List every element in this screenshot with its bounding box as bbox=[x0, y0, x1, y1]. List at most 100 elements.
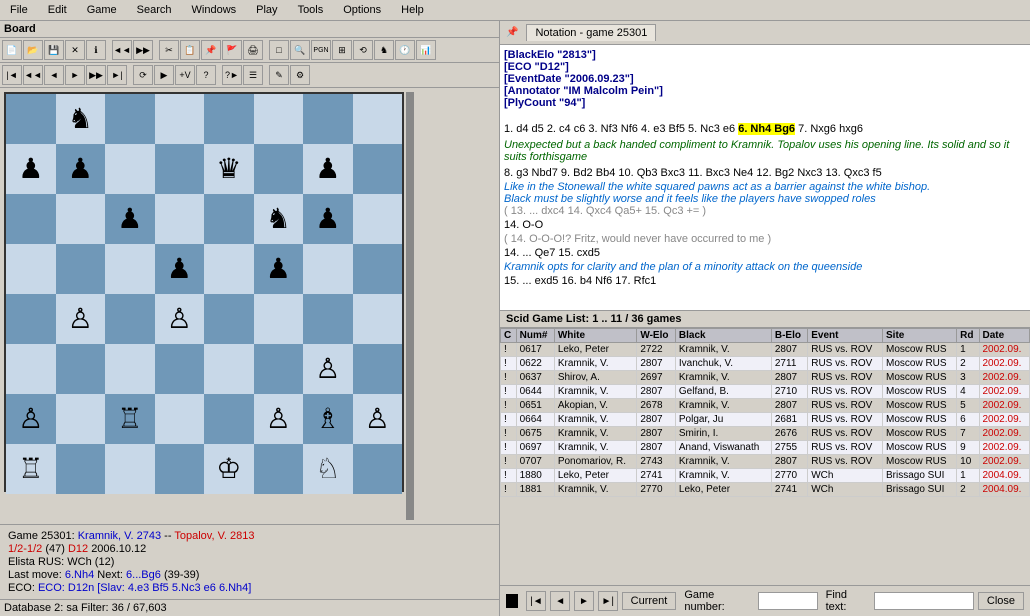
square-f4[interactable] bbox=[254, 294, 304, 344]
new-btn[interactable]: 📄 bbox=[2, 40, 22, 60]
square-e5[interactable] bbox=[204, 244, 254, 294]
square-e1[interactable]: ♔ bbox=[204, 444, 254, 494]
square-c4[interactable] bbox=[105, 294, 155, 344]
square-f5[interactable]: ♟ bbox=[254, 244, 304, 294]
table-row[interactable]: !0622Kramnik, V.2807Ivanchuk, V.2711RUS … bbox=[501, 357, 1030, 371]
prev-btn[interactable]: ◄◄ bbox=[112, 40, 132, 60]
col-event[interactable]: Event bbox=[808, 329, 883, 343]
play2-btn[interactable]: ?► bbox=[222, 65, 242, 85]
table-row[interactable]: !1880Leko, Peter2741Kramnik, V.2770WChBr… bbox=[501, 469, 1030, 483]
square-d6[interactable] bbox=[155, 194, 205, 244]
find-text-input[interactable] bbox=[874, 592, 974, 610]
info-btn[interactable]: ℹ bbox=[86, 40, 106, 60]
square-e2[interactable] bbox=[204, 394, 254, 444]
flip-btn[interactable]: ⟲ bbox=[353, 40, 373, 60]
square-g6[interactable]: ♟ bbox=[303, 194, 353, 244]
pgn-btn[interactable]: PGN bbox=[311, 40, 331, 60]
lines-btn[interactable]: ☰ bbox=[243, 65, 263, 85]
next-btn[interactable]: ▶▶ bbox=[133, 40, 153, 60]
nav-fwd-btn[interactable]: ► bbox=[574, 591, 594, 611]
square-c8[interactable] bbox=[105, 94, 155, 144]
square-c6[interactable]: ♟ bbox=[105, 194, 155, 244]
square-a5[interactable] bbox=[6, 244, 56, 294]
square-d1[interactable] bbox=[155, 444, 205, 494]
square-h7[interactable] bbox=[353, 144, 403, 194]
menu-file[interactable]: File bbox=[4, 2, 34, 18]
square-e6[interactable] bbox=[204, 194, 254, 244]
col-c[interactable]: C bbox=[501, 329, 517, 343]
clock-btn[interactable]: 🕐 bbox=[395, 40, 415, 60]
close-game-btn[interactable]: ✕ bbox=[65, 40, 85, 60]
db-btn[interactable]: ⊞ bbox=[332, 40, 352, 60]
square-c5[interactable] bbox=[105, 244, 155, 294]
square-f7[interactable] bbox=[254, 144, 304, 194]
square-g5[interactable] bbox=[303, 244, 353, 294]
square-g2[interactable]: ♗ bbox=[303, 394, 353, 444]
menu-edit[interactable]: Edit bbox=[42, 2, 73, 18]
square-b4[interactable]: ♙ bbox=[56, 294, 106, 344]
square-e8[interactable] bbox=[204, 94, 254, 144]
square-e4[interactable] bbox=[204, 294, 254, 344]
square-c7[interactable] bbox=[105, 144, 155, 194]
square-d4[interactable]: ♙ bbox=[155, 294, 205, 344]
col-num[interactable]: Num# bbox=[516, 329, 554, 343]
hint-btn[interactable]: ? bbox=[196, 65, 216, 85]
col-white[interactable]: White bbox=[554, 329, 637, 343]
square-b7[interactable]: ♟ bbox=[56, 144, 106, 194]
notation-tab[interactable]: Notation - game 25301 bbox=[526, 24, 656, 41]
flag-btn[interactable]: 🚩 bbox=[222, 40, 242, 60]
square-b5[interactable] bbox=[56, 244, 106, 294]
col-black[interactable]: Black bbox=[675, 329, 771, 343]
square-b6[interactable] bbox=[56, 194, 106, 244]
col-date[interactable]: Date bbox=[979, 329, 1030, 343]
chess-board[interactable]: ♞ ♟ ♟ ♛ bbox=[4, 92, 404, 492]
square-g1[interactable]: ♘ bbox=[303, 444, 353, 494]
print-btn[interactable]: 🖨 bbox=[243, 40, 263, 60]
rotat-btn[interactable]: ⟳ bbox=[133, 65, 153, 85]
table-row[interactable]: !0637Shirov, A.2697Kramnik, V.2807RUS vs… bbox=[501, 371, 1030, 385]
square-h3[interactable] bbox=[353, 344, 403, 394]
paste-btn[interactable]: 📌 bbox=[201, 40, 221, 60]
square-h8[interactable] bbox=[353, 94, 403, 144]
col-belo[interactable]: B-Elo bbox=[771, 329, 807, 343]
table-row[interactable]: !0664Kramnik, V.2807Polgar, Ju2681RUS vs… bbox=[501, 413, 1030, 427]
menu-tools[interactable]: Tools bbox=[292, 2, 330, 18]
board-scrollbar[interactable] bbox=[406, 92, 414, 520]
square-a7[interactable]: ♟ bbox=[6, 144, 56, 194]
autoplay-btn[interactable]: ▶ bbox=[154, 65, 174, 85]
nav-start-btn[interactable]: |◄ bbox=[526, 591, 546, 611]
search2-btn[interactable]: 🔍 bbox=[290, 40, 310, 60]
square-d5[interactable]: ♟ bbox=[155, 244, 205, 294]
game-number-input[interactable] bbox=[758, 592, 818, 610]
copy-btn[interactable]: 📋 bbox=[180, 40, 200, 60]
edit2-btn[interactable]: ✎ bbox=[269, 65, 289, 85]
start-btn[interactable]: |◄ bbox=[2, 65, 22, 85]
square-b1[interactable] bbox=[56, 444, 106, 494]
cut-btn[interactable]: ✂ bbox=[159, 40, 179, 60]
square-f1[interactable] bbox=[254, 444, 304, 494]
fwd-btn[interactable]: ▶▶ bbox=[86, 65, 106, 85]
table-row[interactable]: !0617Leko, Peter2722Kramnik, V.2807RUS v… bbox=[501, 343, 1030, 357]
square-g3[interactable]: ♙ bbox=[303, 344, 353, 394]
col-site[interactable]: Site bbox=[883, 329, 957, 343]
graph-btn[interactable]: 📊 bbox=[416, 40, 436, 60]
square-f6[interactable]: ♞ bbox=[254, 194, 304, 244]
nav-back-btn[interactable]: ◄ bbox=[550, 591, 570, 611]
square-a2[interactable]: ♙ bbox=[6, 394, 56, 444]
menu-windows[interactable]: Windows bbox=[186, 2, 243, 18]
menu-game[interactable]: Game bbox=[81, 2, 123, 18]
col-welo[interactable]: W-Elo bbox=[637, 329, 676, 343]
square-h6[interactable] bbox=[353, 194, 403, 244]
square-b2[interactable] bbox=[56, 394, 106, 444]
menu-play[interactable]: Play bbox=[250, 2, 283, 18]
nav-end-btn[interactable]: ►| bbox=[598, 591, 618, 611]
square-a6[interactable] bbox=[6, 194, 56, 244]
square-g8[interactable] bbox=[303, 94, 353, 144]
score-btn[interactable]: +V bbox=[175, 65, 195, 85]
fwd1-btn[interactable]: ► bbox=[65, 65, 85, 85]
square-a8[interactable] bbox=[6, 94, 56, 144]
square-h5[interactable] bbox=[353, 244, 403, 294]
square-c2[interactable]: ♖ bbox=[105, 394, 155, 444]
open-btn[interactable]: 📂 bbox=[23, 40, 43, 60]
table-row[interactable]: !0675Kramnik, V.2807Smirin, I.2676RUS vs… bbox=[501, 427, 1030, 441]
